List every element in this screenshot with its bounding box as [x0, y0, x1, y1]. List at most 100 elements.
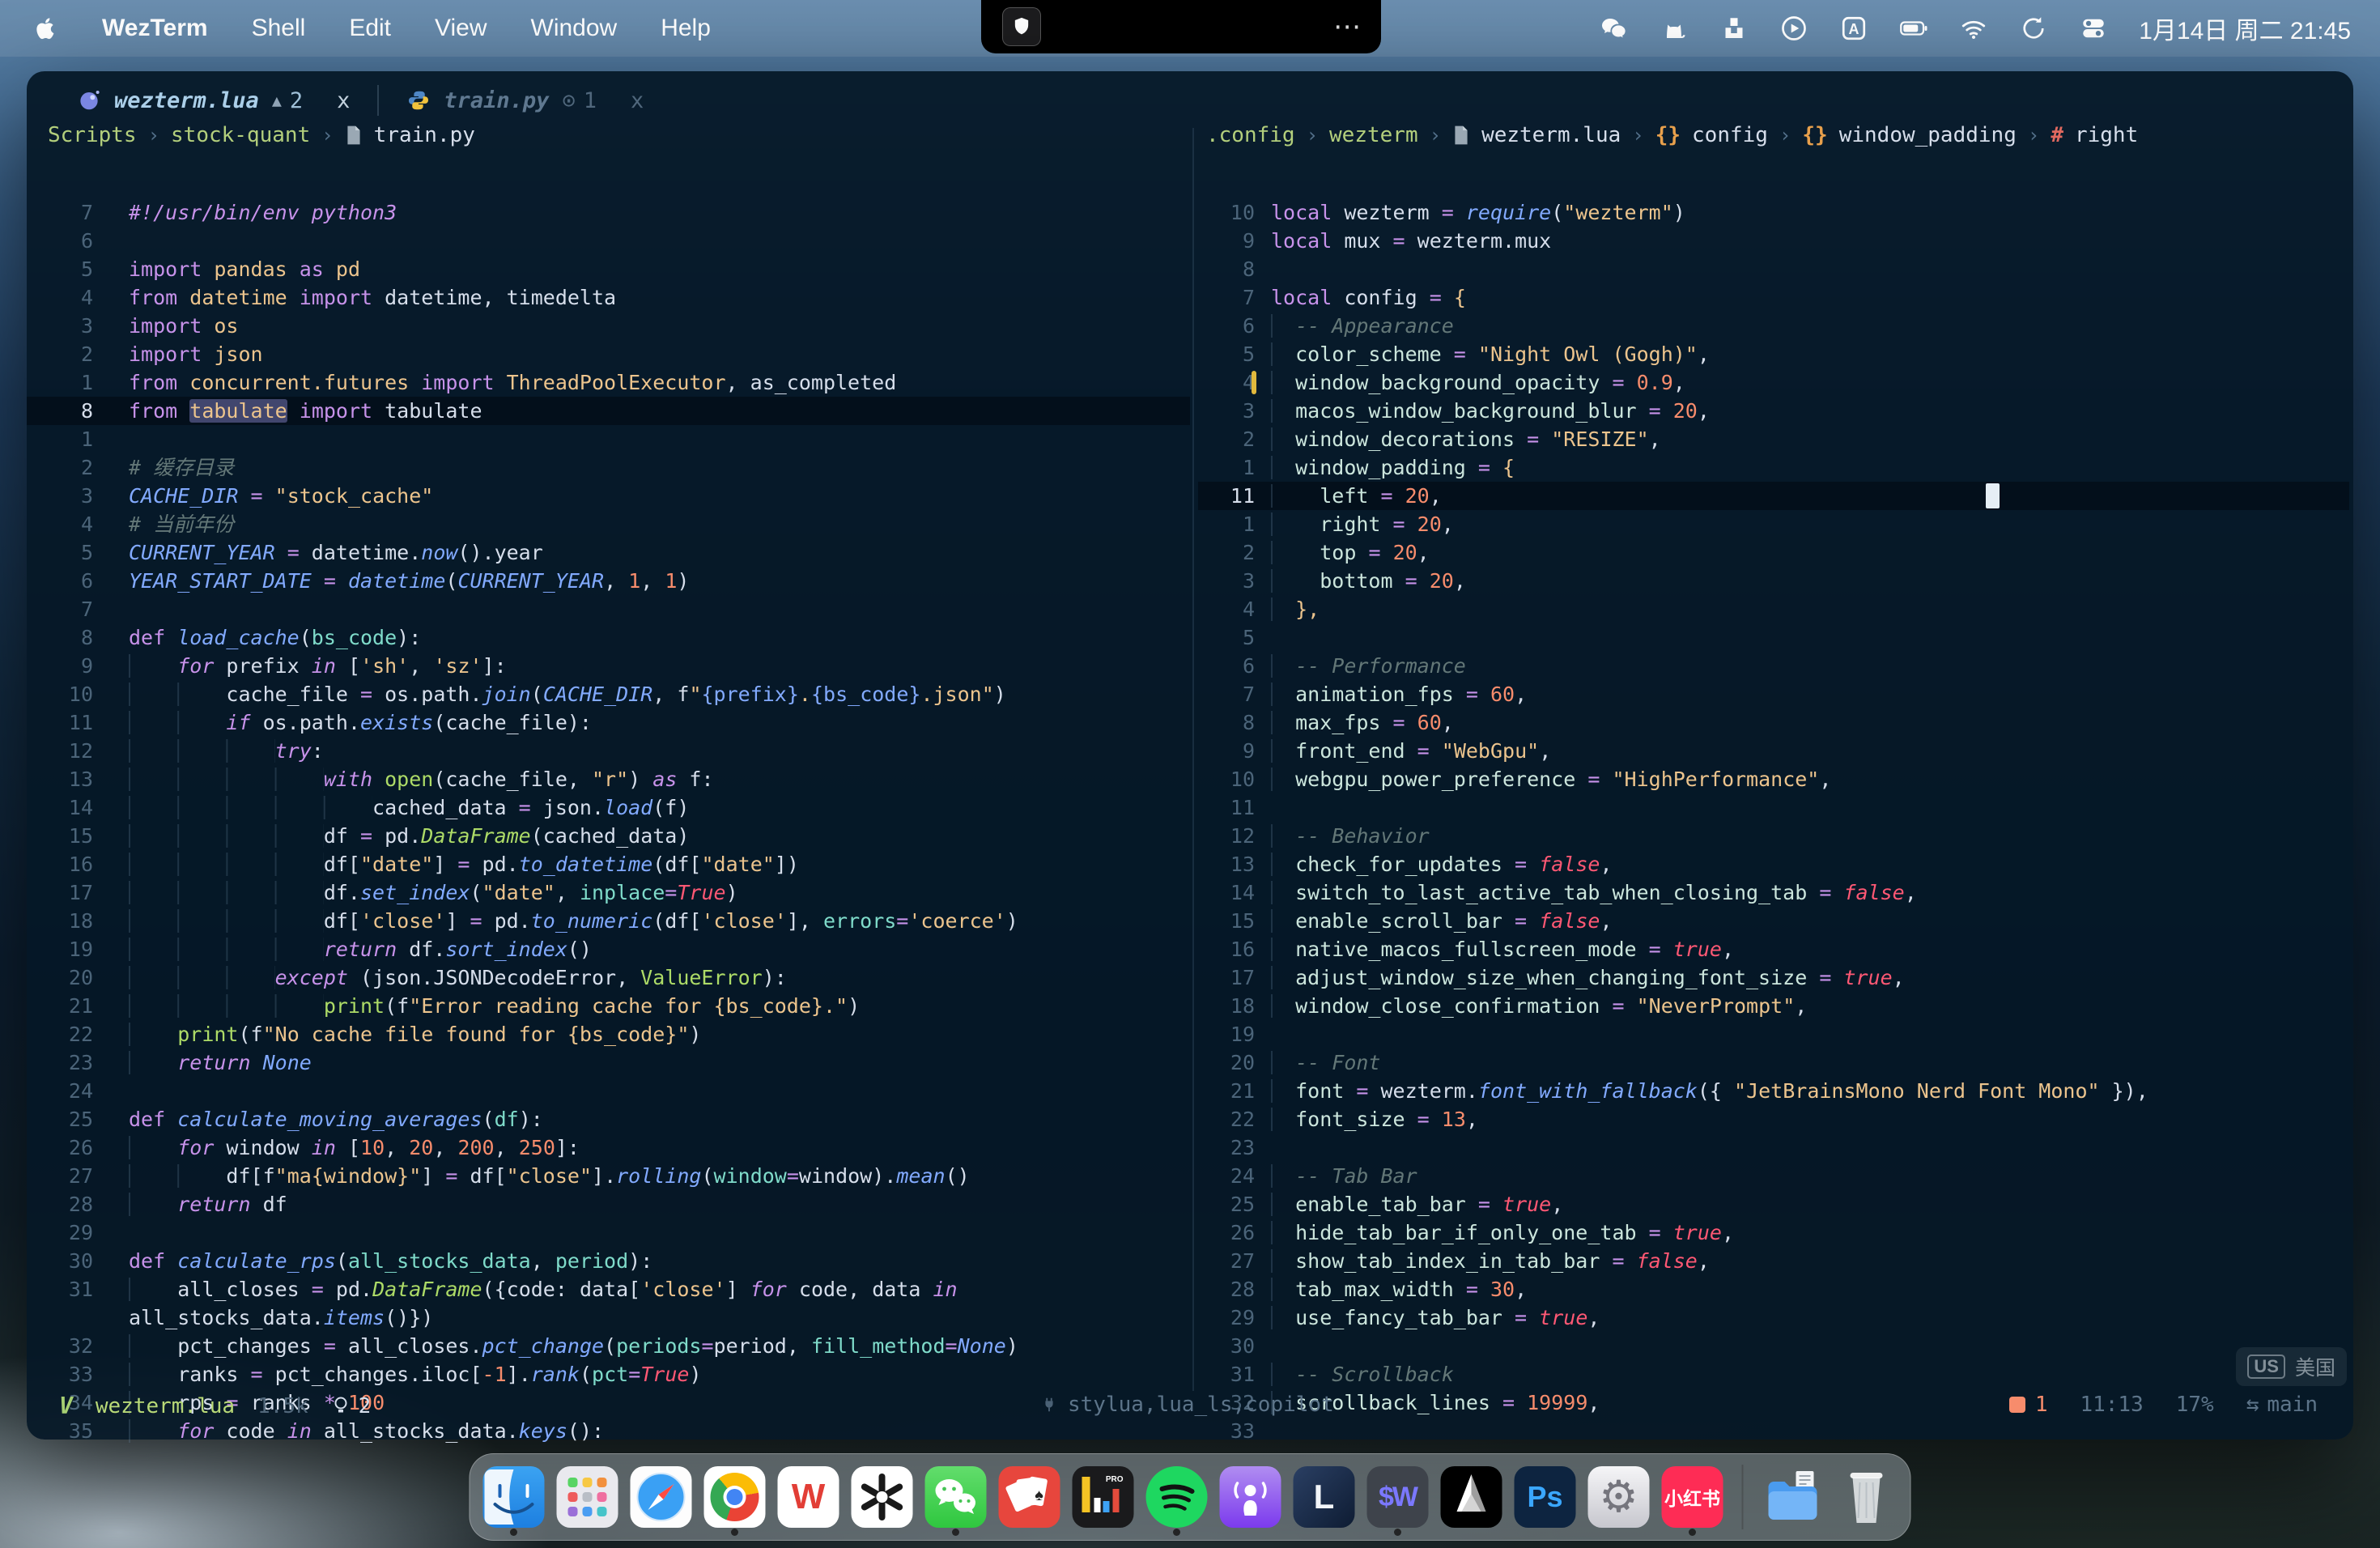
breadcrumb-dir[interactable]: .config: [1206, 123, 1295, 147]
code-line[interactable]: 25 enable_tab_bar = true,: [1198, 1190, 2349, 1218]
input-a-icon[interactable]: A: [1839, 14, 1868, 43]
notch-app-shield-icon[interactable]: [1002, 7, 1041, 46]
dock-icon-podcasts[interactable]: [1220, 1466, 1281, 1528]
code-line[interactable]: 6 -- Appearance: [1198, 312, 2349, 340]
code-line[interactable]: 3 bottom = 20,: [1198, 567, 2349, 595]
code-line[interactable]: 3 macos_window_background_blur = 20,: [1198, 397, 2349, 425]
code-line[interactable]: 4 window_background_opacity = 0.9,: [1198, 368, 2349, 397]
file-icon[interactable]: [1452, 125, 1470, 146]
code-line[interactable]: 7: [27, 595, 1190, 623]
dock-icon-chrome[interactable]: [704, 1466, 766, 1528]
code-line[interactable]: 30: [1198, 1332, 2349, 1360]
code-line[interactable]: 24: [27, 1077, 1190, 1105]
code-line[interactable]: 3import os: [27, 312, 1190, 340]
code-line[interactable]: 11 if os.path.exists(cache_file):: [27, 708, 1190, 737]
dock-icon-prism[interactable]: [1441, 1466, 1502, 1528]
breadcrumb-item[interactable]: window_padding: [1839, 123, 2017, 147]
code-line[interactable]: 3CACHE_DIR = "stock_cache": [27, 482, 1190, 510]
pane-divider[interactable]: [1192, 128, 1194, 1391]
code-line[interactable]: 12 -- Behavior: [1198, 822, 2349, 850]
code-line[interactable]: 25def calculate_moving_averages(df):: [27, 1105, 1190, 1133]
code-line[interactable]: 4# 当前年份: [27, 510, 1190, 538]
code-line[interactable]: 12 try:: [27, 737, 1190, 765]
code-line[interactable]: 24 -- Tab Bar: [1198, 1162, 2349, 1190]
dock-icon-xiaohongshu[interactable]: 小红书: [1662, 1466, 1723, 1528]
code-line[interactable]: 8def load_cache(bs_code):: [27, 623, 1190, 652]
code-line[interactable]: 6: [27, 227, 1190, 255]
code-line[interactable]: 29 use_fancy_tab_bar = true,: [1198, 1303, 2349, 1332]
code-line[interactable]: 4 },: [1198, 595, 2349, 623]
code-line[interactable]: 2 window_decorations = "RESIZE",: [1198, 425, 2349, 453]
pane-wezterm-lua[interactable]: .config›wezterm›wezterm.lua›{}config›{}w…: [1198, 120, 2349, 151]
code-line[interactable]: 9local mux = wezterm.mux: [1198, 227, 2349, 255]
play-icon[interactable]: [1779, 14, 1808, 43]
wifi-icon[interactable]: [1959, 14, 1988, 43]
code-line[interactable]: 2# 缓存目录: [27, 453, 1190, 482]
breadcrumb-dir[interactable]: wezterm: [1329, 123, 1418, 147]
toggles-icon[interactable]: [2079, 14, 2108, 43]
code-line[interactable]: 31 all_closes = pd.DataFrame({code: data…: [27, 1275, 1190, 1303]
tab-indicator[interactable]: 1: [2009, 1393, 2048, 1417]
code-line[interactable]: 1: [27, 425, 1190, 453]
menu-clock[interactable]: 1月14日 周二 21:45: [2139, 11, 2351, 46]
dock-icon-photoshop[interactable]: Ps: [1515, 1466, 1576, 1528]
code-line[interactable]: 1 right = 20,: [1198, 510, 2349, 538]
tab-close-icon[interactable]: x: [631, 88, 644, 113]
cat-icon[interactable]: [1660, 14, 1689, 43]
code-line[interactable]: 9 front_end = "WebGpu",: [1198, 737, 2349, 765]
code-line[interactable]: 7local config = {: [1198, 283, 2349, 312]
code-line[interactable]: 6 -- Performance: [1198, 652, 2349, 680]
pane-train-py[interactable]: Scripts›stock-quant›train.py 7#!/usr/bin…: [27, 120, 1190, 151]
code-line[interactable]: 16 df["date"] = pd.to_datetime(df["date"…: [27, 850, 1190, 878]
code-line[interactable]: 5: [1198, 623, 2349, 652]
code-line[interactable]: 15 enable_scroll_bar = false,: [1198, 907, 2349, 935]
current-code-line[interactable]: 11 left = 20,: [1198, 482, 2349, 510]
code-line[interactable]: 14 cached_data = json.load(f): [27, 793, 1190, 822]
breadcrumb-item[interactable]: train.py: [374, 123, 475, 147]
dock-icon-chatgpt[interactable]: [852, 1466, 913, 1528]
code-line[interactable]: 1from concurrent.futures import ThreadPo…: [27, 368, 1190, 397]
code-line[interactable]: 29: [27, 1218, 1190, 1247]
menu-edit[interactable]: Edit: [349, 15, 391, 42]
tab-close-icon[interactable]: x: [337, 88, 350, 113]
code-line[interactable]: 5import pandas as pd: [27, 255, 1190, 283]
breadcrumb-item[interactable]: {}: [1655, 123, 1681, 147]
dock-icon-safari[interactable]: [631, 1466, 692, 1528]
code-line[interactable]: 10local wezterm = require("wezterm"): [1198, 198, 2349, 227]
current-code-line[interactable]: 8from tabulate import tabulate: [27, 397, 1190, 425]
code-line[interactable]: 7#!/usr/bin/env python3: [27, 198, 1190, 227]
code-line[interactable]: 14 switch_to_last_active_tab_when_closin…: [1198, 878, 2349, 907]
code-area-right[interactable]: 10local wezterm = require("wezterm")9loc…: [1198, 198, 2349, 1445]
code-line[interactable]: 2import json: [27, 340, 1190, 368]
code-line[interactable]: 23: [1198, 1133, 2349, 1162]
code-line[interactable]: 27 df[f"ma{window}"] = df["close"].rolli…: [27, 1162, 1190, 1190]
timemachine-icon[interactable]: [2019, 14, 2048, 43]
dock-icon-wps[interactable]: W: [778, 1466, 839, 1528]
menu-shell[interactable]: Shell: [252, 15, 306, 42]
menu-view[interactable]: View: [435, 15, 487, 42]
code-line[interactable]: 13 with open(cache_file, "r") as f:: [27, 765, 1190, 793]
code-line[interactable]: 7 animation_fps = 60,: [1198, 680, 2349, 708]
code-line[interactable]: 21 font = wezterm.font_with_fallback({ "…: [1198, 1077, 2349, 1105]
breadcrumb-item[interactable]: {}: [1802, 123, 1827, 147]
code-line[interactable]: 20 except (json.JSONDecodeError, ValueEr…: [27, 963, 1190, 992]
code-line[interactable]: 17 df.set_index("date", inplace=True): [27, 878, 1190, 907]
code-line[interactable]: 18 df['close'] = pd.to_numeric(df['close…: [27, 907, 1190, 935]
code-line[interactable]: 27 show_tab_index_in_tab_bar = false,: [1198, 1247, 2349, 1275]
dock-icon-downloads[interactable]: [1762, 1466, 1824, 1528]
code-line[interactable]: 22 font_size = 13,: [1198, 1105, 2349, 1133]
dock-icon-settings[interactable]: ⚙: [1588, 1466, 1650, 1528]
code-line[interactable]: 9 for prefix in ['sh', 'sz']:: [27, 652, 1190, 680]
code-line[interactable]: 17 adjust_window_size_when_changing_font…: [1198, 963, 2349, 992]
battery-icon[interactable]: [1899, 14, 1928, 43]
code-line[interactable]: 16 native_macos_fullscreen_mode = true,: [1198, 935, 2349, 963]
breadcrumb-dir[interactable]: Scripts: [48, 123, 137, 147]
file-icon[interactable]: [345, 125, 363, 146]
menu-help[interactable]: Help: [661, 15, 711, 42]
code-line[interactable]: 8 max_fps = 60,: [1198, 708, 2349, 737]
dock-icon-spotify[interactable]: [1146, 1466, 1208, 1528]
code-line[interactable]: 33 ranks = pct_changes.iloc[-1].rank(pct…: [27, 1360, 1190, 1389]
code-line[interactable]: 5 color_scheme = "Night Owl (Gogh)",: [1198, 340, 2349, 368]
code-line[interactable]: 10 webgpu_power_preference = "HighPerfor…: [1198, 765, 2349, 793]
code-line[interactable]: 22 print(f"No cache file found for {bs_c…: [27, 1020, 1190, 1048]
